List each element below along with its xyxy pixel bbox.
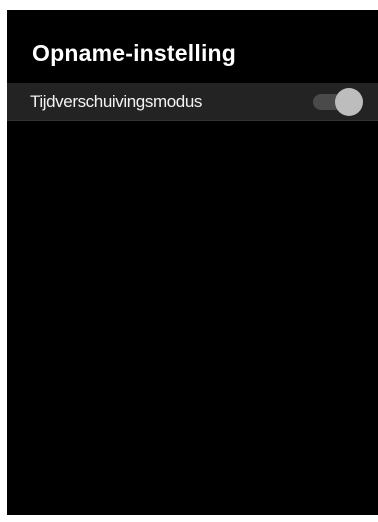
timeshift-mode-toggle[interactable] [313, 88, 363, 116]
setting-row-timeshift-mode[interactable]: Tijdverschuivingsmodus [7, 83, 378, 121]
toggle-knob[interactable] [335, 88, 363, 116]
setting-label: Tijdverschuivingsmodus [30, 92, 202, 111]
settings-panel: Opname-instelling Tijdverschuivingsmodus [7, 10, 378, 515]
page-title: Opname-instelling [32, 40, 237, 66]
